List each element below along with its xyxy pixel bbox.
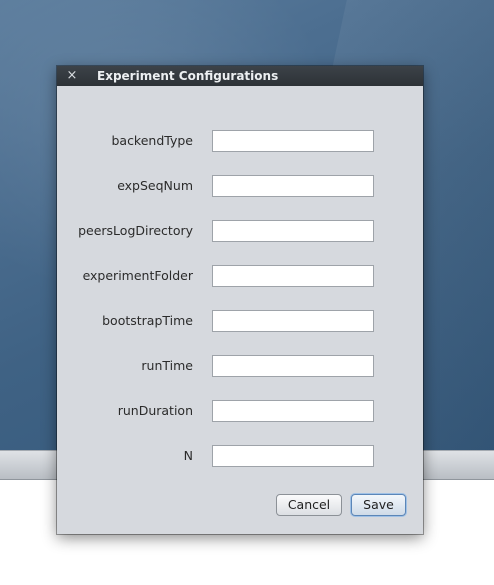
bootstraptime-input[interactable] [212, 310, 374, 332]
field-label-backendtype: backendType [111, 133, 193, 148]
runtime-input[interactable] [212, 355, 374, 377]
experimentfolder-input[interactable] [212, 265, 374, 287]
field-label-runduration: runDuration [117, 403, 193, 418]
backendtype-input[interactable] [212, 130, 374, 152]
runduration-input[interactable] [212, 400, 374, 422]
dialog-title: Experiment Configurations [97, 69, 279, 83]
peerslogdirectory-input[interactable] [212, 220, 374, 242]
close-icon[interactable]: × [65, 68, 79, 84]
field-label-bootstraptime: bootstrapTime [102, 313, 193, 328]
field-label-expseqnum: expSeqNum [117, 178, 193, 193]
cancel-button[interactable]: Cancel [276, 494, 342, 516]
field-label-experimentfolder: experimentFolder [82, 268, 193, 283]
save-button[interactable]: Save [351, 494, 406, 516]
dialog-titlebar[interactable]: × Experiment Configurations [57, 66, 423, 86]
field-label-runtime: runTime [141, 358, 193, 373]
experiment-configurations-dialog: × Experiment Configurations backendType … [57, 66, 423, 534]
expseqnum-input[interactable] [212, 175, 374, 197]
field-label-peerslogdirectory: peersLogDirectory [78, 223, 193, 238]
desktop: × Experiment Configurations backendType … [0, 0, 494, 585]
n-input[interactable] [212, 445, 374, 467]
field-label-n: N [183, 448, 193, 463]
